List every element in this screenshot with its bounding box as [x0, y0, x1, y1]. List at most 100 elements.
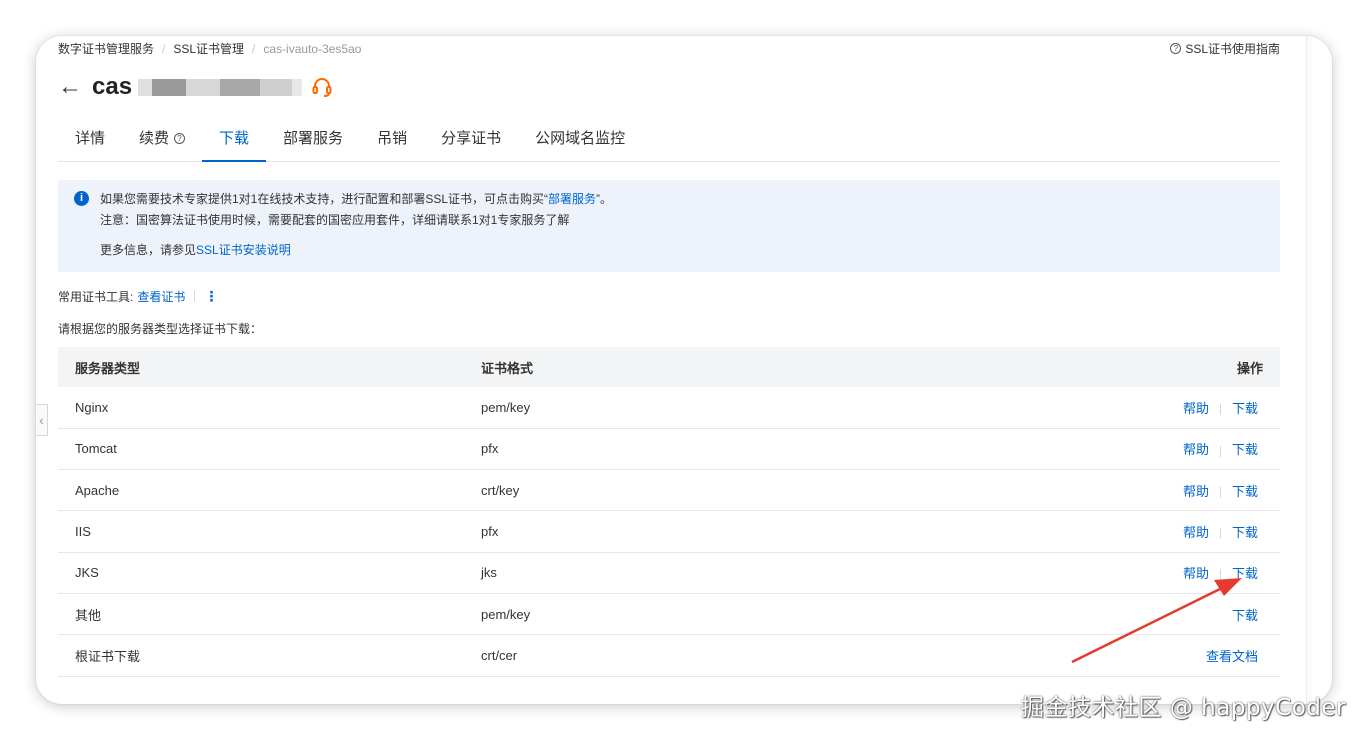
divider — [1219, 403, 1221, 415]
table-row: 其他 pem/key 下载 — [58, 593, 1280, 635]
table-row: Apache crt/key 帮助 下载 — [58, 470, 1280, 511]
help-link[interactable]: 帮助 — [1183, 525, 1209, 540]
info-notice: i 如果您需要技术专家提供1对1在线技术支持，进行配置和部署SSL证书，可点击购… — [58, 180, 1280, 272]
divider — [194, 290, 196, 302]
download-link[interactable]: 下载 — [1232, 442, 1258, 457]
cell-server: Tomcat — [75, 441, 117, 457]
tab-label: 续费 — [139, 129, 170, 147]
help-circle-icon: ? — [1170, 43, 1182, 54]
download-link[interactable]: 下载 — [1232, 484, 1258, 499]
cell-format: pem/key — [481, 606, 531, 622]
cell-format: pem/key — [481, 399, 531, 415]
tab-label: 下载 — [219, 129, 250, 147]
back-arrow-icon[interactable]: ← — [58, 73, 90, 101]
redacted-text — [138, 78, 153, 96]
cell-format: pfx — [481, 441, 499, 457]
topbar: 数字证书管理服务 / SSL证书管理 / cas-ivauto-3es5ao ?… — [58, 36, 1280, 58]
breadcrumb: 数字证书管理服务 / SSL证书管理 / cas-ivauto-3es5ao — [58, 40, 361, 57]
help-link[interactable]: 帮助 — [1183, 566, 1209, 581]
table-row: 根证书下载 crt/cer 查看文档 — [58, 635, 1280, 677]
tab-renew[interactable]: 续费? — [122, 116, 202, 161]
browser-window: ‹ 数字证书管理服务 / SSL证书管理 / cas-ivauto-3es5ao… — [36, 36, 1332, 704]
ssl-guide-link[interactable]: ? SSL证书使用指南 — [1170, 40, 1280, 57]
scrollbar[interactable] — [1306, 36, 1312, 704]
ssl-guide-label: SSL证书使用指南 — [1185, 42, 1280, 56]
redacted-text — [186, 78, 221, 96]
info-icon: i — [74, 191, 89, 206]
view-certificate-link[interactable]: 查看证书 — [137, 288, 185, 305]
title-row: ← cas — [58, 58, 1280, 116]
notice-text: ”。 — [596, 192, 613, 206]
header-server-type: 服务器类型 — [75, 360, 141, 376]
cert-tools: 常用证书工具: 查看证书 ⋮ — [58, 286, 1280, 306]
watermark: 掘金技术社区 @ happyCoder — [1021, 695, 1346, 721]
install-guide-link[interactable]: SSL证书安装说明 — [196, 243, 291, 257]
download-link-jks[interactable]: 下载 — [1232, 566, 1258, 581]
notice-line-1: 如果您需要技术专家提供1对1在线技术支持，进行配置和部署SSL证书，可点击购买“… — [100, 189, 1280, 210]
notice-line-3: 更多信息，请参见SSL证书安装说明 — [100, 240, 1280, 261]
download-table: 服务器类型 证书格式 操作 Nginx pem/key 帮助 下载 Tomcat … — [58, 347, 1280, 677]
tab-label: 公网域名监控 — [535, 129, 626, 147]
cell-server: 其他 — [75, 607, 102, 623]
cert-tools-label: 常用证书工具: — [58, 289, 134, 304]
page-title: cas — [92, 73, 133, 100]
notice-text: 更多信息，请参见 — [100, 243, 197, 257]
redacted-text — [152, 78, 187, 96]
download-link[interactable]: 下载 — [1232, 401, 1258, 416]
tab-deploy-service[interactable]: 部署服务 — [266, 116, 360, 161]
tab-share-certificate[interactable]: 分享证书 — [424, 116, 518, 161]
cell-actions: 帮助 下载 — [772, 428, 1280, 469]
help-link[interactable]: 帮助 — [1183, 401, 1209, 416]
breadcrumb-item-service[interactable]: 数字证书管理服务 — [58, 40, 154, 57]
cell-format: pfx — [481, 524, 499, 540]
divider — [1219, 569, 1221, 581]
table-header-row: 服务器类型 证书格式 操作 — [58, 347, 1280, 387]
download-prompt: 请根据您的服务器类型选择证书下载： — [58, 322, 263, 336]
tab-label: 分享证书 — [441, 129, 502, 147]
help-circle-icon[interactable]: ? — [174, 133, 186, 144]
header-action: 操作 — [1236, 360, 1263, 376]
tab-label: 部署服务 — [283, 129, 344, 147]
cell-server: IIS — [75, 524, 91, 540]
help-link[interactable]: 帮助 — [1183, 442, 1209, 457]
download-link[interactable]: 下载 — [1232, 608, 1258, 623]
cell-actions: 帮助 下载 — [772, 511, 1280, 552]
download-link[interactable]: 下载 — [1232, 525, 1258, 540]
header-cert-format: 证书格式 — [481, 360, 534, 376]
table-row: IIS pfx 帮助 下载 — [58, 511, 1280, 553]
divider — [1219, 486, 1221, 498]
breadcrumb-item-current: cas-ivauto-3es5ao — [263, 41, 362, 56]
cell-actions: 查看文档 — [772, 635, 1280, 676]
headset-support-icon[interactable] — [310, 75, 334, 99]
cell-format: crt/key — [481, 482, 520, 498]
cell-server: 根证书下载 — [75, 648, 141, 664]
tab-bar: 详情 续费? 下载 部署服务 吊销 分享证书 公网域名监控 — [58, 116, 1280, 162]
divider — [1219, 445, 1221, 457]
cell-actions: 下载 — [772, 593, 1280, 634]
page-content: 数字证书管理服务 / SSL证书管理 / cas-ivauto-3es5ao ?… — [58, 36, 1280, 677]
table-row: Tomcat pfx 帮助 下载 — [58, 428, 1280, 470]
breadcrumb-separator: / — [162, 41, 166, 56]
redacted-text — [260, 78, 293, 96]
cell-actions: 帮助 下载 — [772, 470, 1280, 511]
cell-server: Apache — [75, 482, 120, 498]
help-link[interactable]: 帮助 — [1183, 484, 1209, 499]
breadcrumb-item-ssl[interactable]: SSL证书管理 — [173, 40, 244, 57]
collapse-sidebar-handle[interactable]: ‹ — [36, 404, 48, 436]
breadcrumb-separator: / — [252, 41, 256, 56]
tab-domain-monitor[interactable]: 公网域名监控 — [518, 116, 642, 161]
more-vertical-icon[interactable]: ⋮ — [204, 288, 218, 305]
table-row: JKS jks 帮助 下载 — [58, 552, 1280, 594]
tab-revoke[interactable]: 吊销 — [360, 116, 424, 161]
deploy-service-link[interactable]: 部署服务 — [548, 192, 596, 206]
tab-download[interactable]: 下载 — [202, 116, 267, 162]
tab-label: 吊销 — [377, 129, 408, 147]
cell-actions: 帮助 下载 — [772, 552, 1280, 593]
cell-server: JKS — [75, 565, 99, 581]
tab-details[interactable]: 详情 — [58, 116, 122, 161]
table-row: Nginx pem/key 帮助 下载 — [58, 387, 1280, 429]
chevron-left-icon: ‹ — [39, 412, 44, 428]
redacted-text — [292, 78, 303, 96]
cell-format: crt/cer — [481, 647, 518, 663]
view-docs-link[interactable]: 查看文档 — [1206, 649, 1258, 664]
